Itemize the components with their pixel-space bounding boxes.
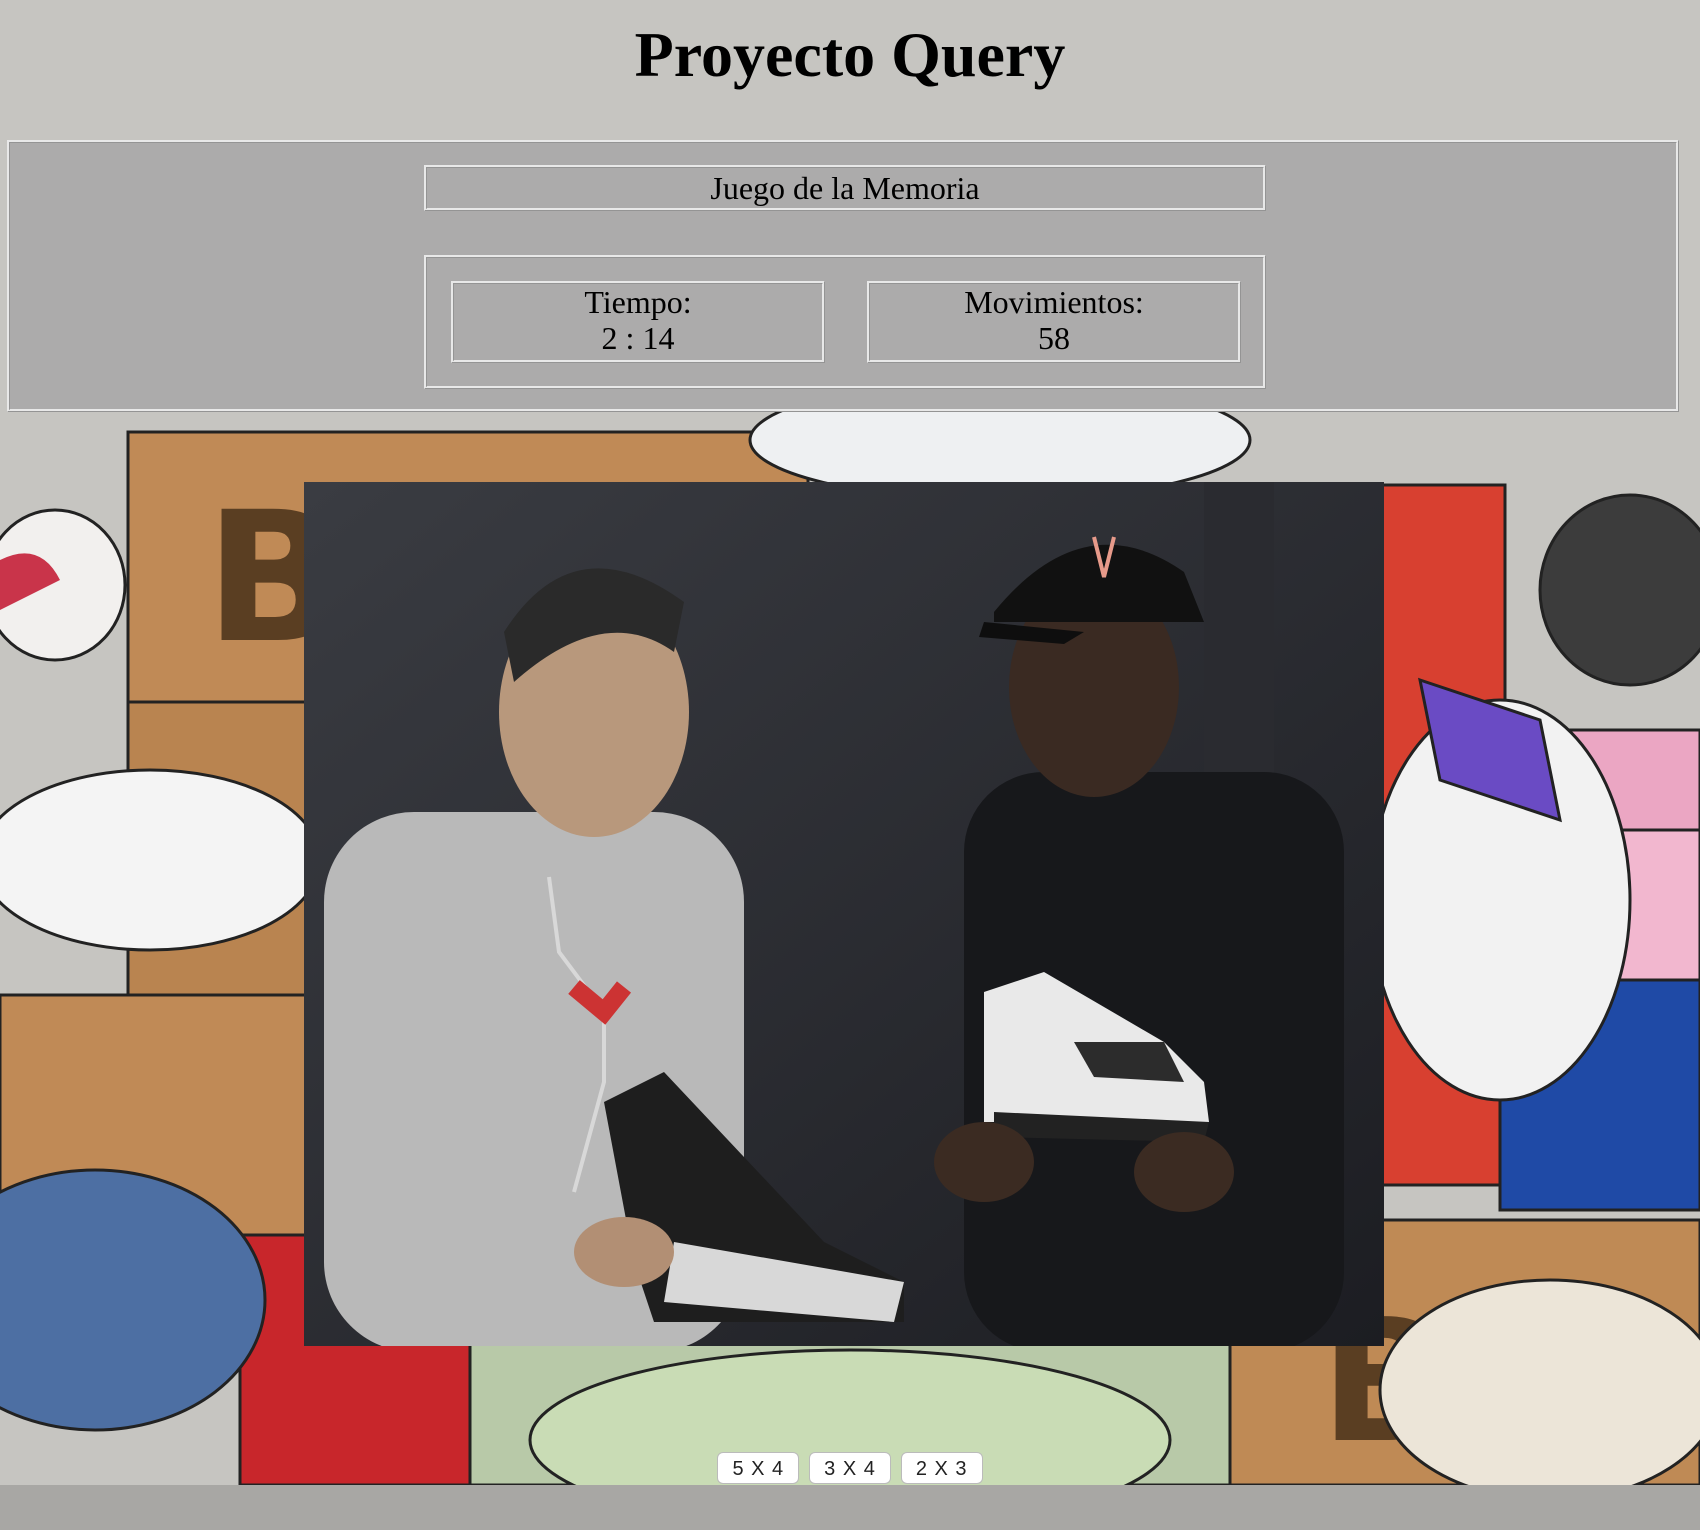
game-name-label: Juego de la Memoria bbox=[424, 165, 1266, 211]
page-title: Proyecto Query bbox=[634, 19, 1066, 90]
difficulty-buttons: 5 X 4 3 X 4 2 X 3 bbox=[0, 1452, 1700, 1484]
game-info-panel: Juego de la Memoria Tiempo: 2 : 14 Movim… bbox=[7, 140, 1679, 412]
level-5x4-button[interactable]: 5 X 4 bbox=[717, 1452, 800, 1484]
completed-puzzle-image bbox=[304, 482, 1384, 1346]
stats-box: Tiempo: 2 : 14 Movimientos: 58 bbox=[424, 255, 1266, 389]
level-2x3-button[interactable]: 2 X 3 bbox=[900, 1452, 983, 1484]
time-label: Tiempo: bbox=[584, 284, 692, 320]
moves-value: 58 bbox=[1038, 320, 1070, 356]
time-counter: Tiempo: 2 : 14 bbox=[451, 281, 825, 363]
level-3x4-button[interactable]: 3 X 4 bbox=[809, 1452, 891, 1484]
moves-counter: Movimientos: 58 bbox=[867, 281, 1241, 363]
moves-label: Movimientos: bbox=[964, 284, 1144, 320]
time-value: 2 : 14 bbox=[601, 320, 675, 356]
